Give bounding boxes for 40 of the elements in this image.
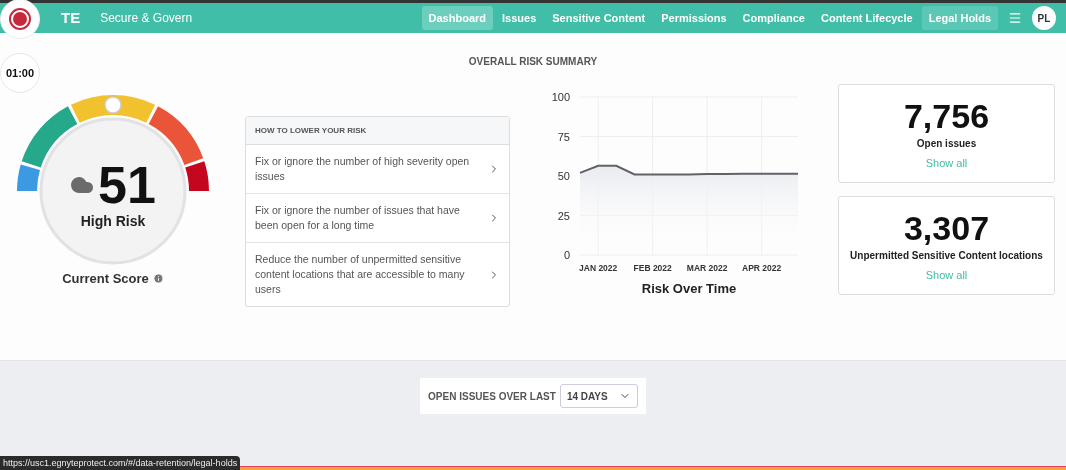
filter-label: OPEN ISSUES OVER LAST [428,389,556,404]
nav-tab[interactable]: Content Lifecycle [813,6,920,30]
y-tick-label: 50 [557,170,570,182]
score-caption: Current Score [62,270,149,288]
y-tick-label: 0 [563,249,570,261]
stat-value: 3,307 [903,207,990,248]
y-tick-label: 25 [557,209,570,222]
stat-value: 7,756 [903,95,990,136]
info-icon[interactable] [152,273,164,285]
status-url: https://usc1.egnyteprotect.com/#/data-retention/legal-holds [0,456,241,470]
gauge-knob [103,95,123,115]
tip-item[interactable]: Reduce the number of unpermitted sensitive content locations that are accessible to many users [246,242,509,306]
chart-title: Risk Over Time [641,281,737,295]
tip-item[interactable]: Fix or ignore the number of issues that have been open for a long time [246,193,509,242]
x-tick-label: FEB 2022 [633,263,672,273]
nav-tab[interactable]: Compliance [735,6,812,30]
product-name: Secure & Govern [100,10,193,27]
x-tick-label: JAN 2022 [579,263,618,273]
x-tick-label: MAR 2022 [686,263,728,273]
stat-label: Unpermitted Sensitive Content locations [850,248,1043,263]
user-avatar[interactable]: PL [1032,6,1056,30]
stat-label: Open issues [916,136,977,151]
nav-tab[interactable]: Permissions [654,6,734,30]
logo: TE [61,7,81,28]
tips-header: HOW TO LOWER YOUR RISK [246,117,509,145]
nav-tab[interactable]: Legal Holds [921,6,998,30]
score-value: 51 [98,159,156,211]
x-tick-label: APR 2022 [742,263,782,273]
section-title: OVERALL RISK SUMMARY [468,55,598,69]
nav-tab[interactable]: Dashboard [421,6,494,30]
recording-timer: 01:00 [0,53,40,93]
tip-item[interactable]: Fix or ignore the number of high severity open issues [246,145,509,193]
range-dropdown[interactable]: 14 DAYS [559,384,638,408]
y-tick-label: 75 [557,130,570,143]
show-all-link[interactable]: Show all [925,154,968,172]
nav-tab[interactable]: Sensitive Content [545,6,653,30]
y-tick-label: 100 [551,91,570,103]
show-all-link[interactable]: Show all [925,266,968,284]
risk-level: High Risk [80,212,146,231]
nav-tab[interactable]: Issues [495,6,544,30]
